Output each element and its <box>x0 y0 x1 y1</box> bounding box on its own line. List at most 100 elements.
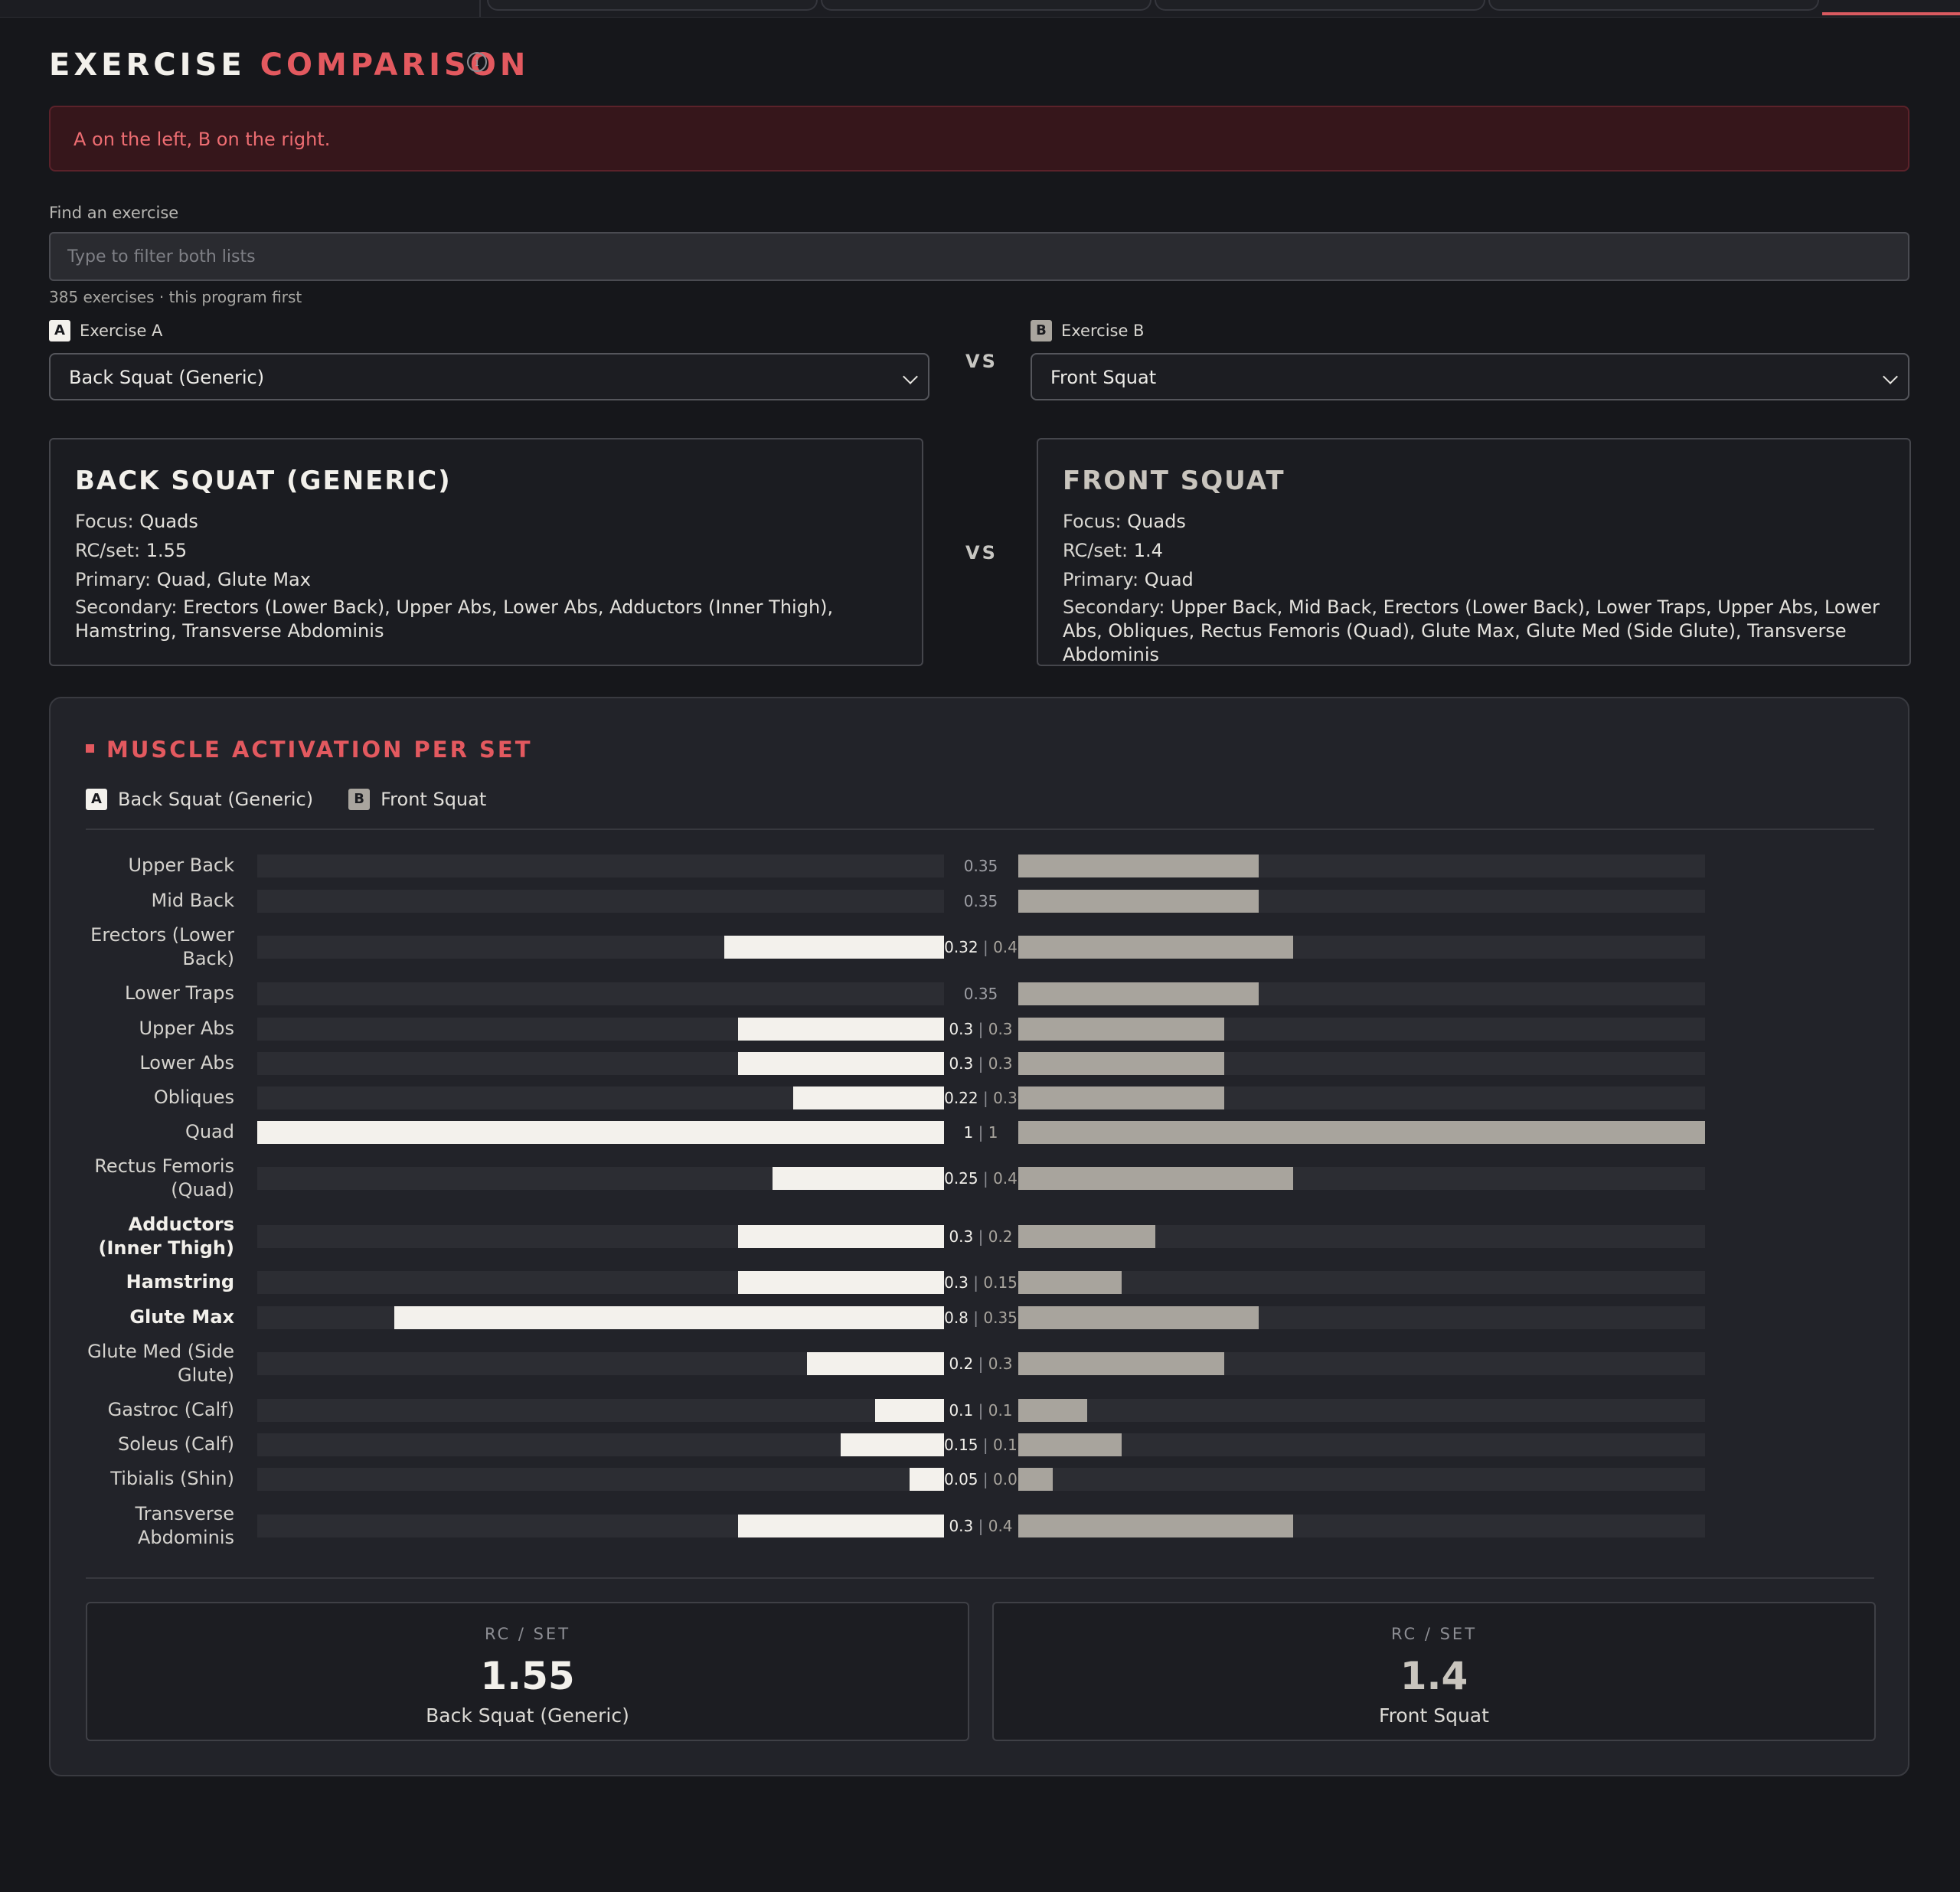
bar-exercise-a <box>737 1271 944 1294</box>
chart-row-label: Obliques <box>153 1087 234 1108</box>
nav-tab-2[interactable] <box>821 0 1152 11</box>
value-label: 0.32 | 0.4 <box>944 936 1018 959</box>
exercise-a-rc: RC/set: 1.55 <box>75 536 897 565</box>
value-label-b: 0.4 <box>993 938 1018 956</box>
bar-exercise-b <box>1018 1352 1225 1375</box>
nav-tab-3[interactable] <box>1155 0 1485 11</box>
value-label-separator: | <box>973 1227 988 1246</box>
value-label-separator: | <box>968 1273 984 1292</box>
chart-row-label: Soleus (Calf) <box>117 1433 234 1455</box>
primary-label: Primary: <box>75 569 152 590</box>
value-label-separator: | <box>968 1309 984 1327</box>
page-title-accent: COMPARISON <box>260 47 530 83</box>
value-label-b: 0.2 <box>988 1227 1013 1246</box>
value-label-separator: | <box>973 1054 988 1073</box>
exercise-a-badge: A <box>49 320 70 341</box>
value-label: 0.8 | 0.35 <box>944 1306 1018 1329</box>
chart-row-label: Gastroc (Calf) <box>107 1399 234 1420</box>
value-label: 0.35 <box>963 892 998 910</box>
value-label: 0.2 | 0.3 <box>944 1352 1018 1375</box>
stat-value-b: 1.4 <box>1400 1654 1468 1698</box>
value-label-a: 0.3 <box>944 1273 969 1292</box>
value-label-a: 0.3 <box>949 1054 974 1073</box>
secondary-label: Secondary: <box>75 596 178 618</box>
bar-track-a <box>257 890 944 913</box>
chart-row-label: Erectors (Lower Back) <box>90 924 234 969</box>
bar-exercise-a <box>737 1018 944 1041</box>
stat-name-a: Back Squat (Generic) <box>426 1704 629 1727</box>
legend-item-b: B Front Squat <box>348 789 486 810</box>
bar-exercise-a <box>806 1352 944 1375</box>
value-label-b: 0.05 <box>992 1470 1027 1488</box>
secondary-label: Secondary: <box>1063 596 1165 618</box>
nav-tab-4[interactable] <box>1488 0 1819 11</box>
value-label-b: 0.35 <box>983 1309 1018 1327</box>
bar-exercise-b <box>1018 1121 1705 1144</box>
exercise-b-badge: B <box>1031 320 1052 341</box>
exercise-b-focus: Focus: Quads <box>1063 507 1885 536</box>
bar-track-b <box>1018 1468 1705 1491</box>
square-icon <box>86 743 94 753</box>
chart-legend: A Back Squat (Generic) B Front Squat <box>86 789 521 810</box>
exercise-b-label: B Exercise B <box>1031 320 1144 341</box>
value-label-b: 0.4 <box>993 1169 1018 1188</box>
exercise-b-select-value: Front Squat <box>1050 367 1157 388</box>
page-title-main: EXERCISE <box>49 47 246 83</box>
nav-tab-1[interactable] <box>487 0 818 11</box>
exercise-a-label-text: Exercise A <box>80 322 163 340</box>
focus-value: Quads <box>1127 511 1186 532</box>
chevron-down-icon <box>903 369 918 384</box>
chart-row-label: Upper Abs <box>139 1018 234 1039</box>
info-icon[interactable]: i <box>467 52 487 72</box>
value-label-separator: | <box>973 1020 988 1038</box>
value-label-b: 0.15 <box>983 1273 1018 1292</box>
value-label-a: 0.05 <box>944 1470 978 1488</box>
exercise-a-primary: Primary: Quad, Glute Max <box>75 565 897 594</box>
value-label-b: 0.15 <box>992 1436 1027 1454</box>
value-label: 0.22 | 0.3 <box>944 1087 1018 1109</box>
value-label-separator: | <box>973 1401 988 1420</box>
active-tab-indicator <box>1822 12 1960 15</box>
exercise-a-select[interactable]: Back Squat (Generic) <box>49 353 929 400</box>
panel-title: MUSCLE ACTIVATION PER SET <box>86 737 533 763</box>
bar-exercise-b <box>1018 1271 1122 1294</box>
exercise-b-select[interactable]: Front Squat <box>1031 353 1909 400</box>
value-label-separator: | <box>978 1169 994 1188</box>
value-label-b: 0.4 <box>988 1517 1013 1535</box>
legend-item-a: A Back Squat (Generic) <box>86 789 313 810</box>
value-label-a: 0.15 <box>944 1436 978 1454</box>
bar-exercise-a <box>772 1167 944 1190</box>
value-label-a: 0.1 <box>949 1401 974 1420</box>
hint-banner-text: A on the left, B on the right. <box>74 129 331 150</box>
stat-caption: RC / SET <box>484 1625 571 1643</box>
bar-track-b <box>1018 1433 1705 1456</box>
legend-a-label: Back Squat (Generic) <box>118 789 314 810</box>
stat-card-a: RC / SET 1.55 Back Squat (Generic) <box>86 1602 969 1741</box>
exercise-b-secondary: Secondary: Upper Back, Mid Back, Erector… <box>1063 596 1885 667</box>
bar-exercise-b <box>1018 855 1259 877</box>
bar-exercise-a <box>910 1468 944 1491</box>
bar-track-b <box>1018 1399 1705 1422</box>
stat-card-b: RC / SET 1.4 Front Squat <box>992 1602 1876 1741</box>
value-label: 0.35 <box>963 985 998 1003</box>
exercise-search-input[interactable] <box>49 232 1909 281</box>
chevron-down-icon <box>1883 369 1898 384</box>
chart-row-label: Lower Abs <box>139 1052 234 1073</box>
value-label-a: 1 <box>963 1123 974 1142</box>
chart-row-label: Transverse Abdominis <box>135 1503 234 1548</box>
chart-row-label: Adductors (Inner Thigh) <box>98 1214 234 1259</box>
bar-exercise-b <box>1018 1515 1293 1537</box>
value-label-separator: | <box>978 1436 993 1454</box>
cards-vs: VS <box>965 542 998 564</box>
value-label-b: 0.3 <box>988 1054 1013 1073</box>
value-label-b: 0.3 <box>993 1089 1018 1107</box>
selector-vs: VS <box>965 351 998 372</box>
legend-b-badge: B <box>348 789 371 810</box>
exercise-b-label-text: Exercise B <box>1061 322 1145 340</box>
stat-caption: RC / SET <box>1390 1625 1478 1643</box>
nav-divider <box>479 0 481 17</box>
value-label: 1 | 1 <box>944 1121 1018 1144</box>
bar-exercise-b <box>1018 890 1259 913</box>
chart-row-label: Tibialis (Shin) <box>110 1468 234 1489</box>
stat-name-b: Front Squat <box>1379 1704 1489 1727</box>
